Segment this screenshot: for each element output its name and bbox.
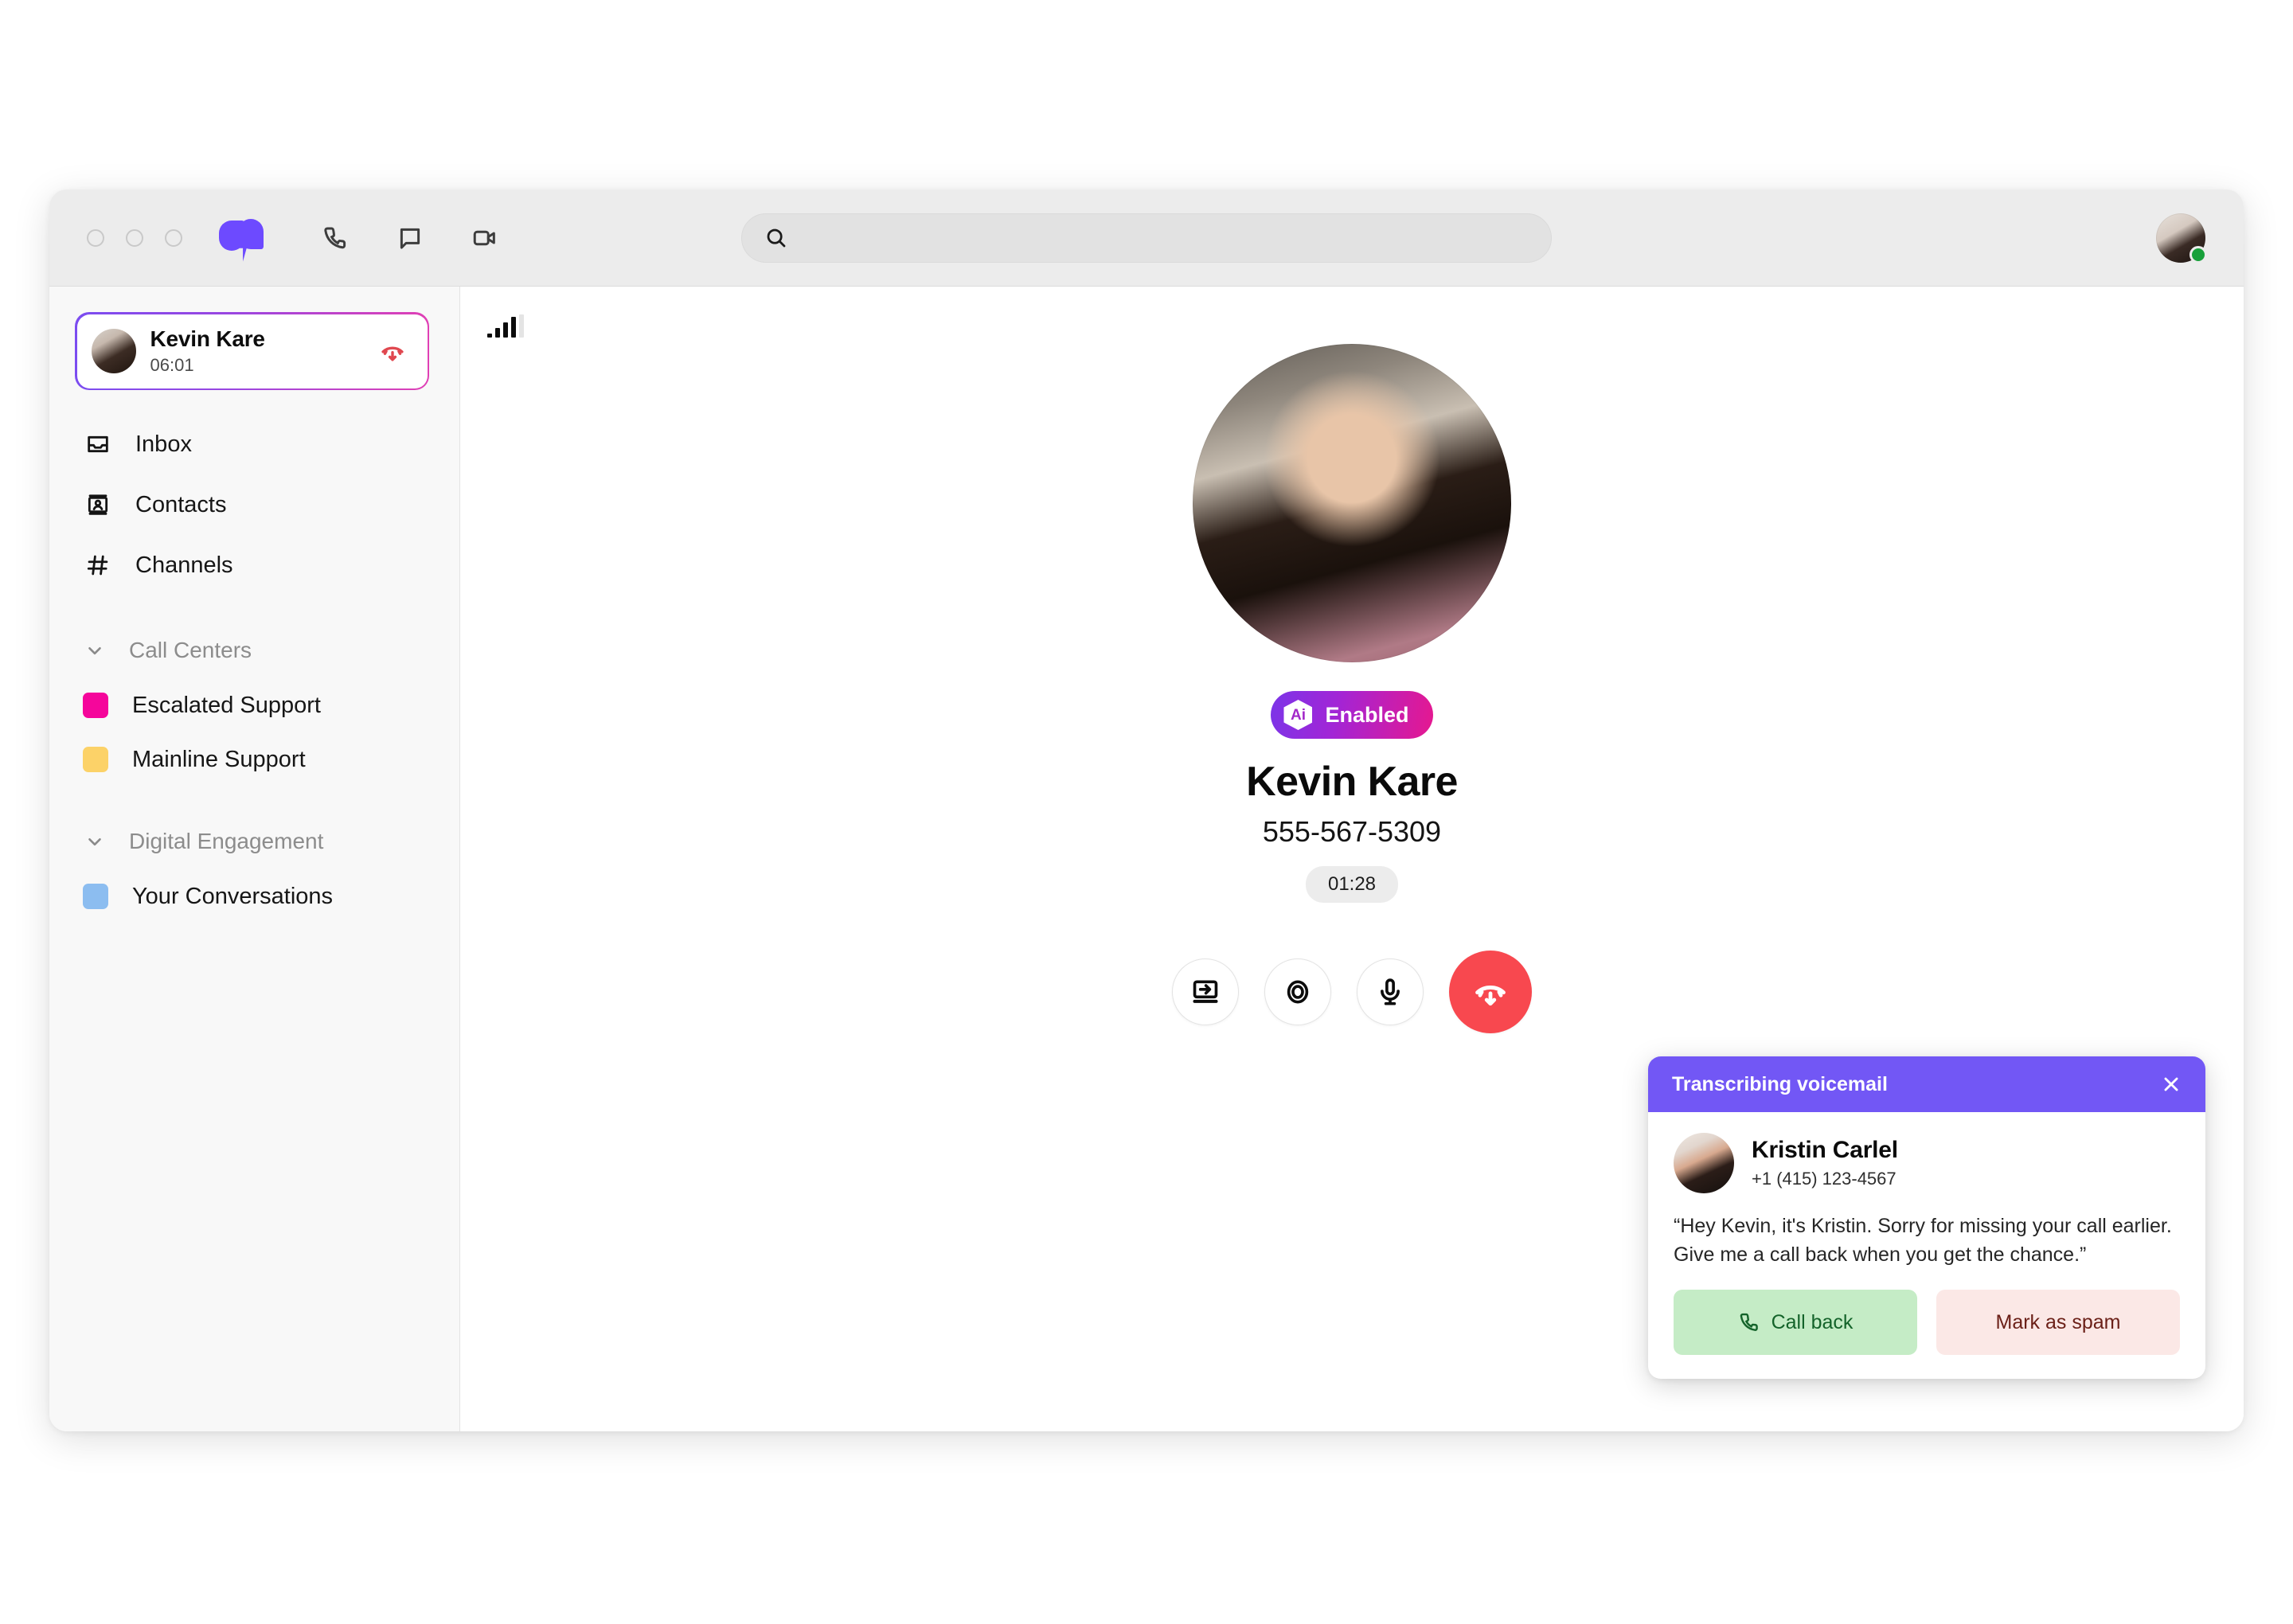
chevron-down-icon — [81, 828, 108, 855]
signal-strength-icon — [487, 314, 524, 338]
hangup-icon — [1475, 986, 1506, 1006]
search-container — [741, 213, 1552, 263]
user-avatar[interactable] — [2156, 213, 2207, 264]
presence-indicator — [2189, 245, 2207, 264]
sidebar-item-inbox[interactable]: Inbox — [49, 414, 459, 474]
dialpad-logo-icon — [219, 217, 264, 262]
call-controls — [1172, 951, 1532, 1033]
voicemail-actions: Call back Mark as spam — [1674, 1290, 2180, 1355]
ai-icon: Ai — [1283, 700, 1313, 730]
minimize-window-button[interactable] — [126, 228, 143, 247]
record-icon — [1287, 980, 1309, 1004]
voicemail-caller-number: +1 (415) 123-4567 — [1752, 1169, 1897, 1189]
mark-as-spam-label: Mark as spam — [1995, 1310, 2121, 1333]
title-bar — [49, 189, 2244, 287]
inbox-icon — [81, 427, 115, 461]
caller-number: 555-567-5309 — [1262, 815, 1442, 848]
close-icon[interactable] — [2158, 1071, 2185, 1098]
voicemail-toast: Transcribing voicemail Kristin Carlel +1… — [1648, 1056, 2205, 1379]
window-controls — [87, 228, 182, 247]
sidebar-item-label: Inbox — [135, 431, 192, 457]
active-call-card[interactable]: Kevin Kare 06:01 — [75, 312, 429, 390]
chevron-down-icon — [81, 637, 108, 664]
channel-color-swatch — [83, 693, 108, 718]
active-call-duration: 06:01 — [150, 355, 194, 375]
voicemail-toast-body: Kristin Carlel +1 (415) 123-4567 “Hey Ke… — [1648, 1112, 2205, 1379]
active-call-avatar — [91, 329, 136, 373]
voicemail-toast-title: Transcribing voicemail — [1672, 1072, 1888, 1095]
sidebar-item-mainline-support[interactable]: Mainline Support — [49, 732, 459, 787]
sidebar-item-label: Channels — [135, 552, 233, 578]
caller-name: Kevin Kare — [1246, 759, 1458, 805]
voicemail-caller-avatar — [1674, 1133, 1734, 1193]
sidebar-item-your-conversations[interactable]: Your Conversations — [49, 869, 459, 923]
mute-button[interactable] — [1357, 958, 1424, 1025]
video-icon[interactable] — [467, 221, 502, 256]
toolbar-icons — [318, 221, 502, 256]
close-window-button[interactable] — [87, 228, 104, 247]
call-back-label: Call back — [1771, 1310, 1854, 1333]
voicemail-toast-header: Transcribing voicemail — [1648, 1056, 2205, 1112]
sidebar-item-label: Contacts — [135, 491, 227, 517]
call-duration: 01:28 — [1305, 866, 1399, 903]
sidebar-item-channels[interactable]: Channels — [49, 535, 459, 595]
sidebar-section-label: Digital Engagement — [129, 829, 324, 853]
sidebar-item-label: Your Conversations — [132, 883, 334, 909]
sidebar-item-label: Escalated Support — [132, 692, 321, 718]
app-body: Kevin Kare 06:01 Inbox Contacts Channels… — [49, 287, 2244, 1431]
end-call-icon[interactable] — [375, 334, 410, 369]
channel-color-swatch — [83, 747, 108, 772]
call-stage: Ai Enabled Kevin Kare 555-567-5309 01:28 — [460, 344, 2244, 1033]
phone-icon — [1740, 1313, 1758, 1331]
search-input[interactable] — [801, 225, 1431, 250]
mark-as-spam-button[interactable]: Mark as spam — [1936, 1290, 2180, 1355]
active-call-name: Kevin Kare — [150, 326, 265, 351]
phone-icon[interactable] — [318, 221, 353, 256]
hash-icon — [81, 548, 115, 582]
record-call-button[interactable] — [1264, 958, 1331, 1025]
app-window: Kevin Kare 06:01 Inbox Contacts Channels… — [49, 189, 2244, 1431]
transfer-call-button[interactable] — [1172, 958, 1239, 1025]
search-icon — [767, 228, 786, 247]
main-content: Ai Enabled Kevin Kare 555-567-5309 01:28 — [460, 287, 2244, 1431]
transfer-icon — [1193, 980, 1218, 1003]
hangup-button[interactable] — [1449, 951, 1532, 1033]
microphone-icon — [1381, 978, 1400, 1005]
sidebar-section-digital-engagement[interactable]: Digital Engagement — [49, 814, 459, 869]
sidebar-item-escalated-support[interactable]: Escalated Support — [49, 678, 459, 732]
status-badge[interactable]: Ai Enabled — [1271, 691, 1433, 739]
channel-color-swatch — [83, 884, 108, 909]
sidebar-item-label: Mainline Support — [132, 746, 306, 772]
voicemail-transcript: “Hey Kevin, it's Kristin. Sorry for miss… — [1674, 1215, 2172, 1266]
sidebar-section-call-centers[interactable]: Call Centers — [49, 623, 459, 678]
contacts-icon — [81, 488, 115, 521]
sidebar-item-contacts[interactable]: Contacts — [49, 474, 459, 535]
search-bar[interactable] — [741, 213, 1552, 263]
ai-icon-text: Ai — [1290, 706, 1306, 724]
message-icon[interactable] — [393, 221, 428, 256]
call-back-button[interactable]: Call back — [1674, 1290, 1917, 1355]
sidebar-section-label: Call Centers — [129, 638, 252, 662]
maximize-window-button[interactable] — [165, 228, 182, 247]
voicemail-caller: Kristin Carlel +1 (415) 123-4567 — [1674, 1133, 2180, 1193]
voicemail-caller-name: Kristin Carlel — [1752, 1137, 1898, 1163]
status-badge-label: Enabled — [1325, 702, 1409, 727]
caller-photo — [1193, 344, 1511, 662]
sidebar: Kevin Kare 06:01 Inbox Contacts Channels… — [49, 287, 460, 1431]
